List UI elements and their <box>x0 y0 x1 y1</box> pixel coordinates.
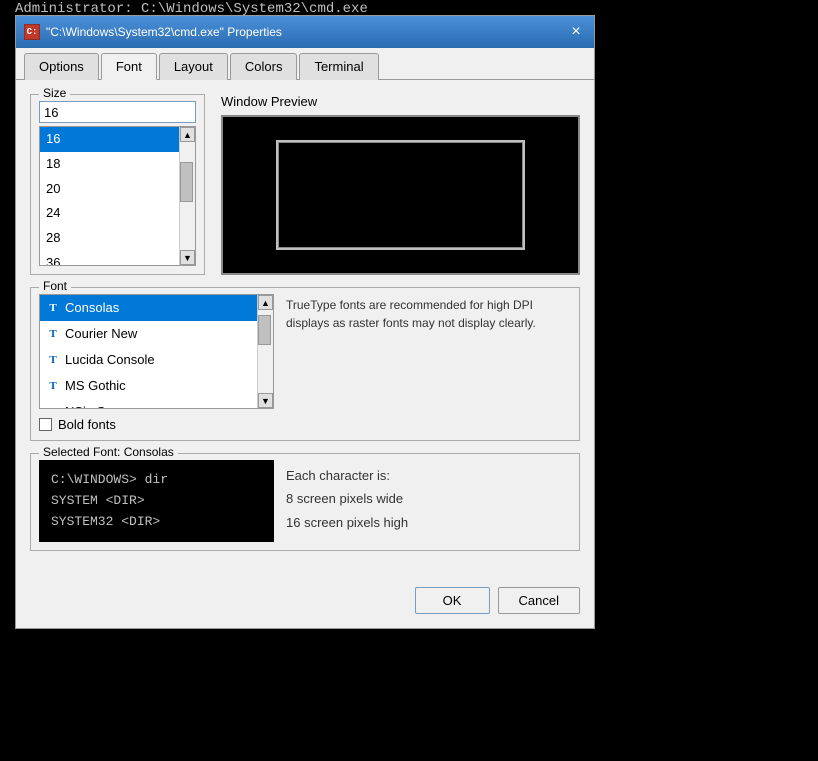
preview-section: Window Preview <box>221 94 580 275</box>
font-tt-icon-ms-gothic: T <box>46 377 60 396</box>
font-name-ms-gothic: MS Gothic <box>65 375 126 397</box>
size-item-36[interactable]: 36 <box>40 251 179 265</box>
font-item-courier-new[interactable]: T Courier New <box>40 321 257 347</box>
font-tt-icon-consolas: T <box>46 299 60 318</box>
size-scrollbar: ▲ ▼ <box>179 127 195 265</box>
size-list: 16 18 20 24 28 36 72 <box>40 127 179 265</box>
scroll-down-button[interactable]: ▼ <box>180 250 195 265</box>
preview-line-1: C:\WINDOWS> dir <box>51 470 262 491</box>
tab-terminal[interactable]: Terminal <box>299 53 378 80</box>
font-name-courier-new: Courier New <box>65 323 137 345</box>
font-top: T Consolas T Courier New T Lucida Consol… <box>39 294 571 409</box>
scroll-up-button[interactable]: ▲ <box>180 127 195 142</box>
preview-line-2: SYSTEM <DIR> <box>51 491 262 512</box>
preview-inner-window <box>276 140 525 249</box>
font-scroll-down-button[interactable]: ▼ <box>258 393 273 408</box>
dialog-overlay: C: "C:\Windows\System32\cmd.exe" Propert… <box>15 15 595 629</box>
size-label: Size <box>39 86 70 100</box>
dialog-content: Size 16 18 20 24 28 36 72 ▲ <box>16 80 594 579</box>
cancel-button[interactable]: Cancel <box>498 587 580 614</box>
font-tt-icon-nsimsun: T <box>46 403 60 408</box>
font-item-lucida-console[interactable]: T Lucida Console <box>40 347 257 373</box>
font-name-nsimsun: NSimSun <box>65 401 120 408</box>
tab-font[interactable]: Font <box>101 53 157 80</box>
size-item-20[interactable]: 20 <box>40 177 179 202</box>
size-list-container: 16 18 20 24 28 36 72 ▲ <box>39 126 196 266</box>
selected-font-label: Selected Font: Consolas <box>39 445 178 459</box>
font-scroll-thumb[interactable] <box>258 315 271 345</box>
dialog-buttons: OK Cancel <box>16 579 594 628</box>
scroll-track <box>180 142 195 250</box>
char-info-label: Each character is: <box>286 464 408 487</box>
tab-options[interactable]: Options <box>24 53 99 80</box>
font-name-consolas: Consolas <box>65 297 119 319</box>
char-height-label: 16 screen pixels high <box>286 511 408 534</box>
char-info: Each character is: 8 screen pixels wide … <box>286 460 408 542</box>
top-row: Size 16 18 20 24 28 36 72 ▲ <box>30 94 580 275</box>
dialog-title: "C:\Windows\System32\cmd.exe" Properties <box>46 25 282 39</box>
font-section-label: Font <box>39 279 71 293</box>
size-input[interactable] <box>39 101 196 123</box>
font-item-consolas[interactable]: T Consolas <box>40 295 257 321</box>
bold-fonts-label: Bold fonts <box>58 417 116 432</box>
font-list: T Consolas T Courier New T Lucida Consol… <box>40 295 257 408</box>
font-hint: TrueType fonts are recommended for high … <box>286 294 571 332</box>
selected-font-top: C:\WINDOWS> dir SYSTEM <DIR> SYSTEM32 <D… <box>39 460 571 542</box>
size-section: Size 16 18 20 24 28 36 72 ▲ <box>30 94 205 275</box>
font-list-container: T Consolas T Courier New T Lucida Consol… <box>39 294 274 409</box>
ok-button[interactable]: OK <box>415 587 490 614</box>
size-item-18[interactable]: 18 <box>40 152 179 177</box>
close-button[interactable]: × <box>566 22 586 42</box>
font-section: Font T Consolas T Courier New <box>30 287 580 441</box>
size-item-28[interactable]: 28 <box>40 226 179 251</box>
cmd-icon: C: <box>24 24 40 40</box>
scroll-thumb[interactable] <box>180 162 193 202</box>
preview-window <box>221 115 580 275</box>
size-item-24[interactable]: 24 <box>40 201 179 226</box>
font-scroll-track <box>258 310 273 393</box>
font-item-ms-gothic[interactable]: T MS Gothic <box>40 373 257 399</box>
preview-label: Window Preview <box>221 94 580 109</box>
tab-layout[interactable]: Layout <box>159 53 228 80</box>
bold-fonts-row: Bold fonts <box>39 417 571 432</box>
font-item-nsimsun[interactable]: T NSimSun <box>40 399 257 408</box>
font-preview-box: C:\WINDOWS> dir SYSTEM <DIR> SYSTEM32 <D… <box>39 460 274 542</box>
font-scrollbar: ▲ ▼ <box>257 295 273 408</box>
char-width-label: 8 screen pixels wide <box>286 487 408 510</box>
bold-fonts-checkbox[interactable] <box>39 418 52 431</box>
selected-font-section: Selected Font: Consolas C:\WINDOWS> dir … <box>30 453 580 551</box>
tab-colors[interactable]: Colors <box>230 53 298 80</box>
properties-dialog: C: "C:\Windows\System32\cmd.exe" Propert… <box>15 15 595 629</box>
title-bar-left: C: "C:\Windows\System32\cmd.exe" Propert… <box>24 24 282 40</box>
font-scroll-up-button[interactable]: ▲ <box>258 295 273 310</box>
title-bar: C: "C:\Windows\System32\cmd.exe" Propert… <box>16 16 594 48</box>
preview-line-3: SYSTEM32 <DIR> <box>51 512 262 533</box>
font-name-lucida-console: Lucida Console <box>65 349 155 371</box>
font-tt-icon-lucida-console: T <box>46 351 60 370</box>
size-item-16[interactable]: 16 <box>40 127 179 152</box>
tab-bar: Options Font Layout Colors Terminal <box>16 48 594 80</box>
font-tt-icon-courier-new: T <box>46 325 60 344</box>
